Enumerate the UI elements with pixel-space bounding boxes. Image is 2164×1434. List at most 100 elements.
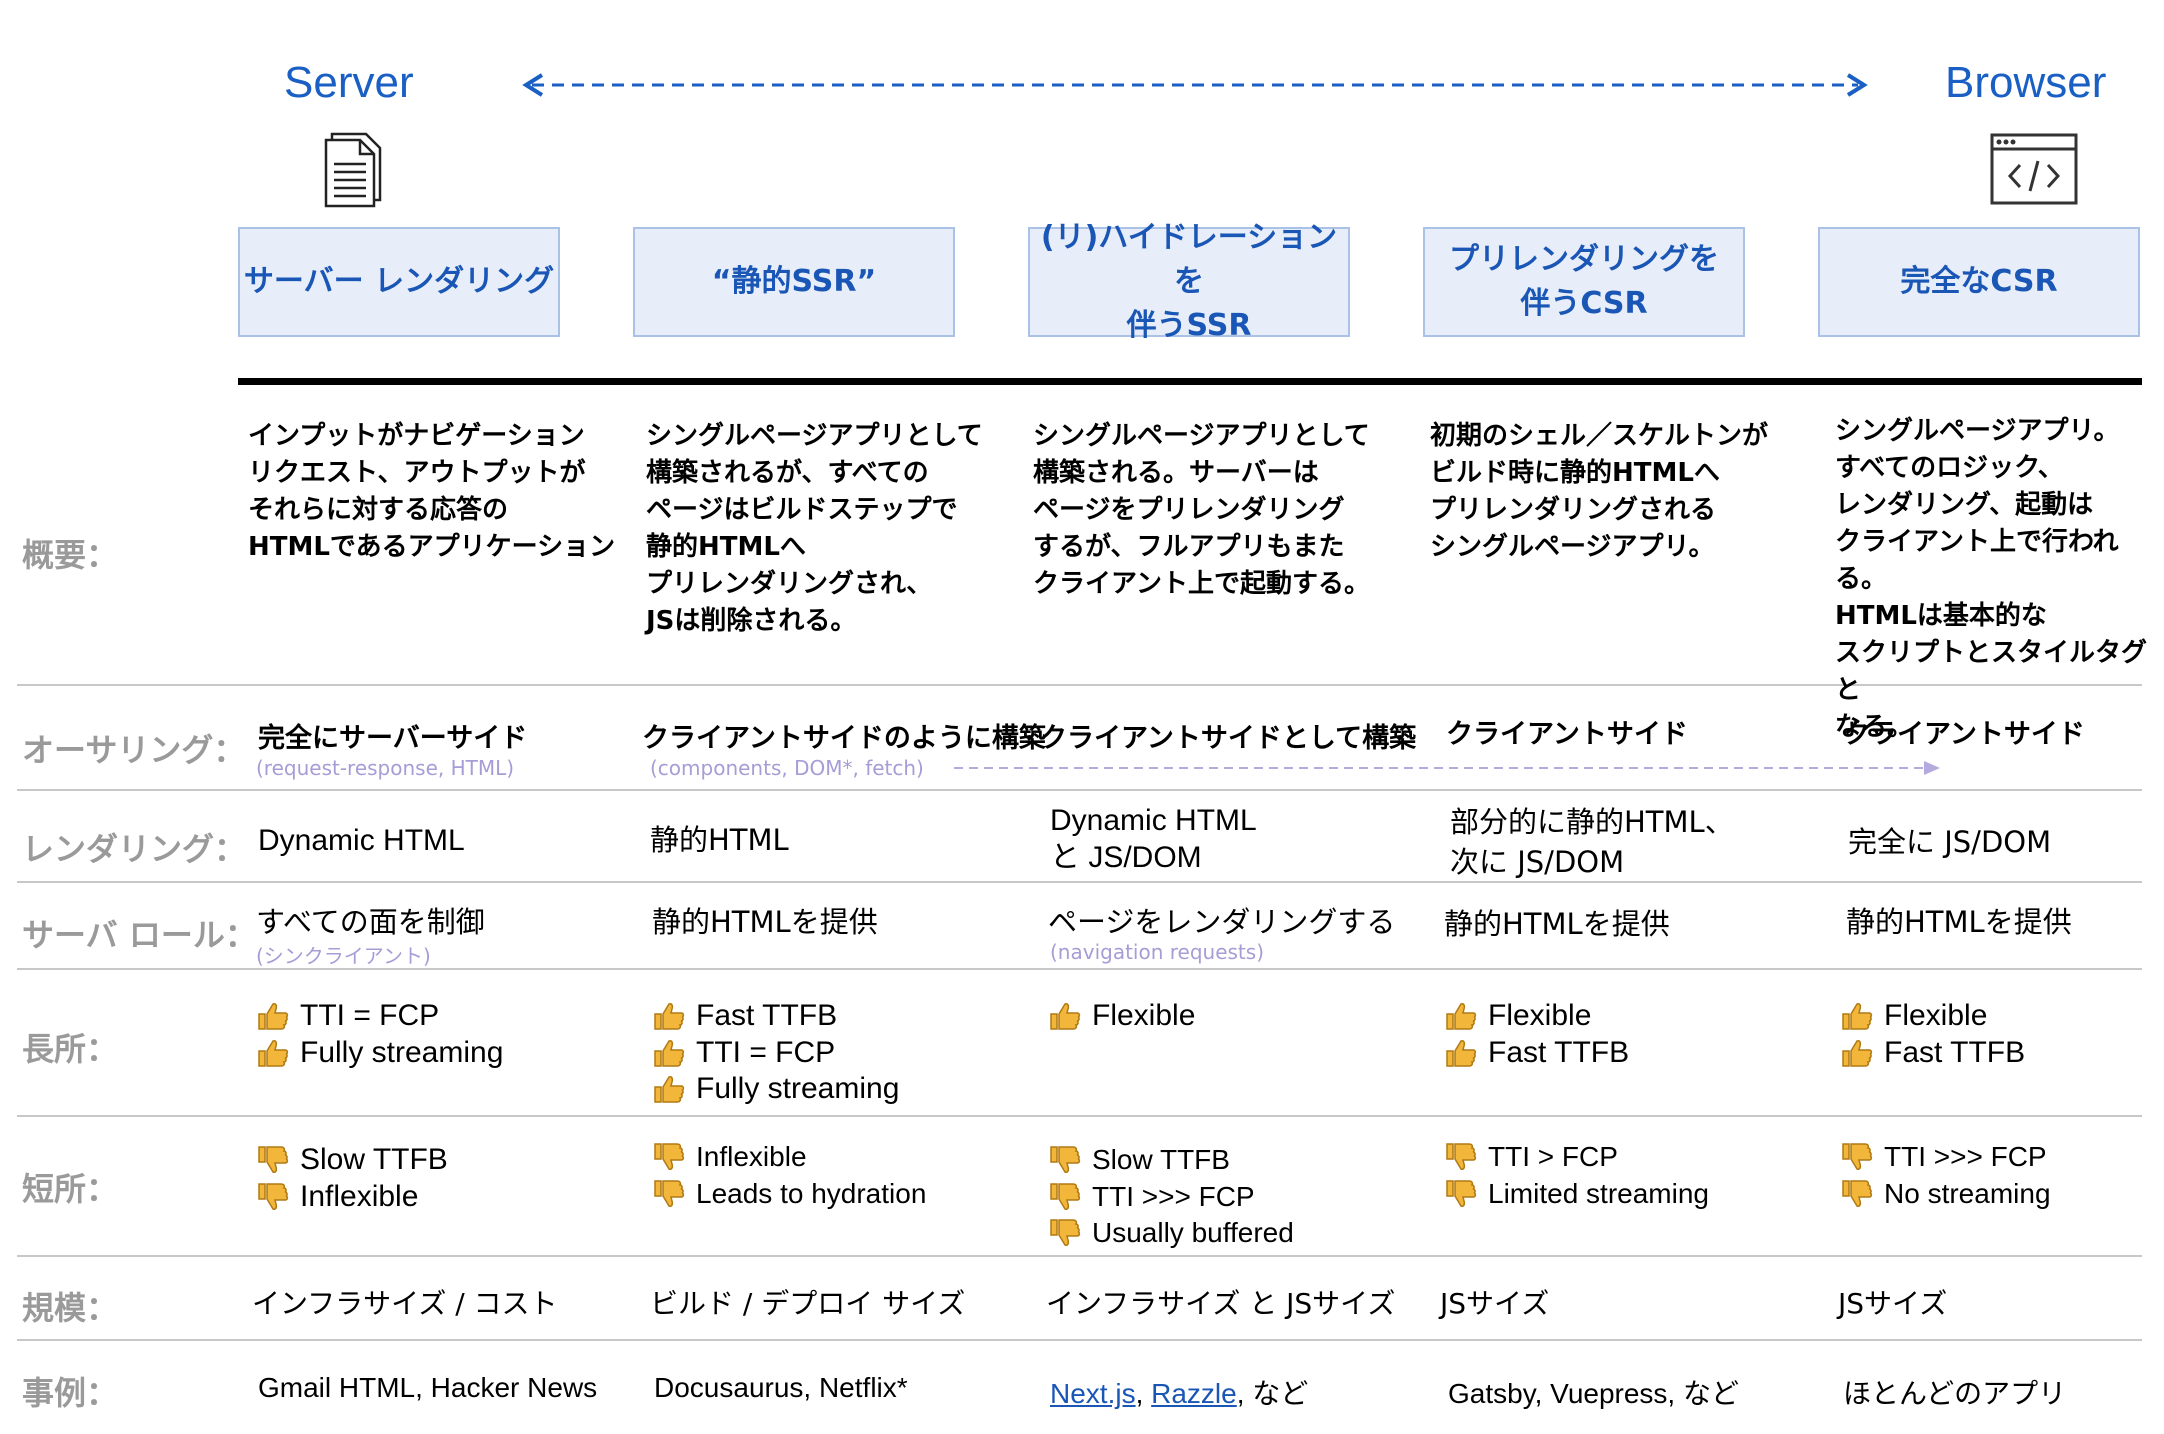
client-side-range-arrow — [954, 761, 1940, 775]
pros-list: TTI = FCP Fully streaming — [256, 998, 503, 1071]
authoring-cell: 完全にサーバーサイド — [258, 723, 528, 754]
pros-list: Flexible Fast TTFB — [1840, 998, 2025, 1071]
pros-item: Flexible — [1840, 998, 2025, 1035]
row-divider — [17, 1339, 2142, 1341]
overview-cell: シングルページアプリ。 すべてのロジック、 レンダリング、起動は クライアント上… — [1835, 416, 2148, 742]
examples-cell: ほとんどのアプリ — [1843, 1378, 2067, 1409]
thumbs-up-icon — [652, 1038, 688, 1068]
rendering-cell: 部分的に静的HTML、 次に JS/DOM — [1450, 805, 1734, 879]
overview-cell: 初期のシェル／スケルトンが ビルド時に静的HTMLへ プリレンダリングされる シ… — [1430, 421, 1769, 562]
thumbs-up-icon — [256, 1001, 292, 1031]
cons-item: Slow TTFB — [1048, 1142, 1294, 1179]
row-label-cons: 短所： — [22, 1170, 119, 1208]
cons-item: Limited streaming — [1444, 1176, 1709, 1213]
authoring-cell: クライアントサイドのように構築 — [642, 723, 1046, 754]
scale-cell: JSサイズ — [1440, 1287, 1550, 1320]
pros-item: Fully streaming — [652, 1071, 899, 1108]
authoring-note: (request-response, HTML) — [256, 756, 515, 780]
examples-cell: Next.js, Razzle, など — [1050, 1372, 1308, 1412]
thumbs-down-icon — [1444, 1142, 1480, 1172]
server-role-note: (シンクライアント) — [256, 944, 431, 968]
thumbs-up-icon — [652, 1001, 688, 1031]
server-role-cell: 静的HTMLを提供 — [1846, 905, 2072, 939]
rendering-cell: 完全に JS/DOM — [1848, 825, 2052, 859]
server-label: Server — [284, 58, 414, 107]
cons-list: TTI >>> FCP No streaming — [1840, 1139, 2051, 1212]
cons-item: No streaming — [1840, 1176, 2051, 1213]
nextjs-link[interactable]: Next.js — [1050, 1378, 1136, 1409]
row-label-rendering: レンダリング： — [22, 830, 247, 868]
rendering-cell: Dynamic HTML — [258, 824, 465, 857]
authoring-cell: クライアントサイド — [1843, 719, 2085, 750]
authoring-cell: クライアントサイド — [1446, 719, 1688, 750]
pros-list: Flexible Fast TTFB — [1444, 998, 1629, 1071]
overview-cell: シングルページアプリとして 構築される。サーバーは ページをプリレンダリング す… — [1033, 421, 1370, 599]
pros-item: Fast TTFB — [652, 998, 899, 1035]
browser-label: Browser — [1945, 58, 2107, 107]
thumbs-up-icon — [1840, 1001, 1876, 1031]
row-label-authoring: オーサリング： — [22, 731, 246, 769]
column-header-full-csr: 完全なCSR — [1818, 227, 2140, 337]
pros-item: Fully streaming — [256, 1035, 503, 1072]
examples-cell: Gatsby, Vuepress, など — [1448, 1378, 1739, 1409]
cons-item: Inflexible — [256, 1179, 448, 1216]
thumbs-down-icon — [1048, 1218, 1084, 1248]
server-role-cell: 静的HTMLを提供 — [1444, 907, 1670, 941]
authoring-cell: クライアントサイドとして構築 — [1040, 723, 1417, 754]
thumbs-up-icon — [1444, 1001, 1480, 1031]
cons-item: TTI >>> FCP — [1048, 1179, 1294, 1216]
server-role-note: (navigation requests) — [1050, 940, 1264, 964]
server-role-cell: 静的HTMLを提供 — [652, 905, 878, 939]
cons-item: Usually buffered — [1048, 1215, 1294, 1252]
cons-list: Slow TTFB TTI >>> FCP Usually buffered — [1048, 1142, 1294, 1252]
thumbs-up-icon — [1048, 1001, 1084, 1031]
pros-item: Flexible — [1048, 998, 1195, 1035]
pros-list: Flexible — [1048, 998, 1195, 1035]
rendering-cell: Dynamic HTML と JS/DOM — [1050, 804, 1257, 874]
pros-list: Fast TTFB TTI = FCP Fully streaming — [652, 998, 899, 1108]
thumbs-up-icon — [1444, 1038, 1480, 1068]
overview-cell: シングルページアプリとして 構築されるが、すべての ページはビルドステップで 静… — [646, 421, 983, 636]
cons-item: Slow TTFB — [256, 1142, 448, 1179]
thumbs-down-icon — [1840, 1179, 1876, 1209]
thumbs-down-icon — [256, 1145, 292, 1175]
row-label-overview: 概要： — [22, 536, 119, 574]
row-label-pros: 長所： — [22, 1030, 119, 1068]
pros-item: Fast TTFB — [1444, 1035, 1629, 1072]
thumbs-up-icon — [256, 1038, 292, 1068]
column-header-ssr-rehydration: (リ)ハイドレーションを 伴うSSR — [1028, 220, 1350, 343]
scale-cell: JSサイズ — [1838, 1287, 1948, 1320]
thumbs-down-icon — [1840, 1142, 1876, 1172]
cons-list: Inflexible Leads to hydration — [652, 1139, 926, 1212]
thumbs-up-icon — [652, 1074, 688, 1104]
row-label-scale: 規模： — [22, 1289, 119, 1327]
examples-cell: Gmail HTML, Hacker News — [258, 1372, 598, 1403]
thumbs-down-icon — [652, 1142, 688, 1172]
row-divider — [17, 684, 2142, 686]
cons-item: Inflexible — [652, 1139, 926, 1176]
bidirectional-arrow — [522, 73, 1868, 97]
row-label-server-role: サーバ ロール： — [22, 916, 257, 954]
overview-cell: インプットがナビゲーション リクエスト、アウトプットが それらに対する応答の H… — [248, 421, 616, 562]
server-role-cell: すべての面を制御 — [256, 905, 485, 939]
cons-item: TTI > FCP — [1444, 1139, 1709, 1176]
header-divider — [238, 378, 2142, 385]
pros-item: Flexible — [1444, 998, 1629, 1035]
thumbs-down-icon — [1444, 1179, 1480, 1209]
column-header-static-ssr: “静的SSR” — [633, 227, 955, 337]
row-divider — [17, 881, 2142, 883]
razzle-link[interactable]: Razzle — [1151, 1378, 1237, 1409]
cons-item: TTI >>> FCP — [1840, 1139, 2051, 1176]
authoring-note: (components, DOM*, fetch) — [650, 756, 924, 780]
pros-item: Fast TTFB — [1840, 1035, 2025, 1072]
examples-tail: , など — [1236, 1378, 1309, 1409]
thumbs-down-icon — [652, 1179, 688, 1209]
server-role-cell: ページをレンダリングする — [1048, 905, 1396, 939]
document-icon — [324, 132, 382, 208]
rendering-cell: 静的HTML — [650, 823, 789, 857]
row-divider — [17, 1115, 2142, 1117]
row-label-examples: 事例： — [22, 1374, 119, 1412]
scale-cell: インフラサイズ と JSサイズ — [1046, 1287, 1396, 1320]
cons-list: TTI > FCP Limited streaming — [1444, 1139, 1709, 1212]
scale-cell: インフラサイズ / コスト — [252, 1287, 558, 1320]
